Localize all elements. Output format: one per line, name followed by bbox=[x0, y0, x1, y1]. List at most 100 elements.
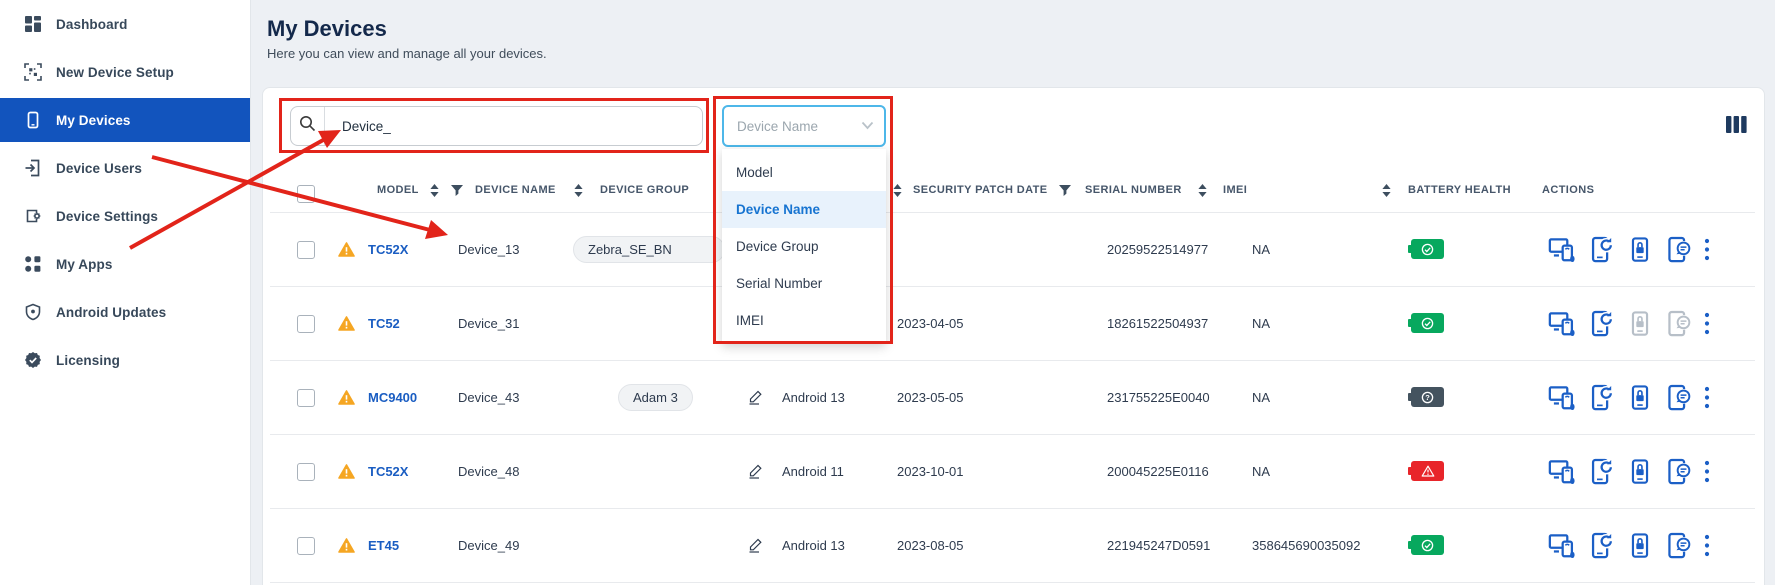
device-model-link[interactable]: TC52X bbox=[368, 212, 408, 286]
lock-icon bbox=[1627, 310, 1653, 337]
select-all-checkbox[interactable] bbox=[297, 185, 315, 203]
smartphone-icon bbox=[23, 111, 42, 130]
os-update-icon[interactable] bbox=[1665, 532, 1693, 559]
apps-icon bbox=[23, 255, 42, 274]
device-settings-icon bbox=[23, 207, 42, 226]
sort-icon[interactable] bbox=[893, 184, 902, 197]
column-header-label: ACTIONS bbox=[1542, 184, 1594, 196]
column-header-label: MODEL bbox=[377, 184, 419, 196]
os-version-cell: Android 11 bbox=[782, 434, 844, 508]
os-version-cell: Android 13 bbox=[782, 508, 845, 582]
security-patch-date-cell: 2023-10-01 bbox=[897, 434, 964, 508]
kebab-menu-icon[interactable] bbox=[1704, 434, 1710, 508]
filter-option-device-name[interactable]: Device Name bbox=[722, 191, 886, 228]
remote-control-icon[interactable] bbox=[1548, 458, 1576, 485]
sidebar-item-android-updates[interactable]: Android Updates bbox=[0, 290, 250, 334]
device-model-link[interactable]: ET45 bbox=[368, 508, 399, 582]
column-header-label: DEVICE GROUP bbox=[600, 184, 689, 196]
search-input[interactable]: Device_ bbox=[290, 106, 703, 146]
warning-icon bbox=[338, 434, 355, 508]
sidebar-item-device-users[interactable]: Device Users bbox=[0, 146, 250, 190]
sort-icon[interactable] bbox=[1382, 184, 1391, 197]
shield-icon bbox=[23, 303, 42, 322]
sidebar-item-device-settings[interactable]: Device Settings bbox=[0, 194, 250, 238]
sidebar-item-label: Licensing bbox=[56, 353, 120, 368]
remote-control-icon[interactable] bbox=[1548, 384, 1576, 411]
filter-option-device-group[interactable]: Device Group bbox=[722, 228, 886, 265]
os-update-icon[interactable] bbox=[1665, 236, 1693, 263]
dashboard-icon bbox=[23, 15, 42, 34]
column-header-label: BATTERY HEALTH bbox=[1408, 184, 1511, 196]
os-update-icon[interactable] bbox=[1665, 384, 1693, 411]
warning-icon bbox=[338, 212, 355, 286]
row-actions bbox=[1548, 508, 1693, 582]
kebab-menu-icon[interactable] bbox=[1704, 286, 1710, 360]
filter-option-imei[interactable]: IMEI bbox=[722, 302, 886, 339]
filter-option-serial-number[interactable]: Serial Number bbox=[722, 265, 886, 302]
search-input-value: Device_ bbox=[342, 119, 391, 134]
chevron-down-icon bbox=[861, 117, 874, 135]
os-version-cell: Android 13 bbox=[782, 360, 845, 434]
row-checkbox[interactable] bbox=[297, 389, 315, 407]
row-checkbox[interactable] bbox=[297, 315, 315, 333]
imei-cell: 358645690035092 bbox=[1252, 508, 1360, 582]
column-header-imei: IMEI bbox=[1223, 168, 1391, 212]
row-actions bbox=[1548, 360, 1693, 434]
reboot-icon[interactable] bbox=[1588, 236, 1615, 263]
row-checkbox[interactable] bbox=[297, 537, 315, 555]
edit-os-icon[interactable] bbox=[748, 360, 764, 434]
sidebar: DashboardNew Device Setup My Devices Devic… bbox=[0, 0, 251, 585]
filter-icon[interactable] bbox=[1059, 185, 1071, 196]
columns-icon bbox=[1726, 116, 1747, 138]
column-header-device-name: DEVICE NAME bbox=[475, 168, 583, 212]
lock-icon[interactable] bbox=[1627, 458, 1653, 485]
sort-icon[interactable] bbox=[574, 184, 583, 197]
warning-icon bbox=[338, 360, 355, 434]
imei-cell: NA bbox=[1252, 286, 1270, 360]
reboot-icon[interactable] bbox=[1588, 458, 1615, 485]
device-model-link[interactable]: TC52 bbox=[368, 286, 400, 360]
column-header-label: DEVICE NAME bbox=[475, 184, 556, 196]
kebab-menu-icon[interactable] bbox=[1704, 508, 1710, 582]
serial-number-cell: 221945247D0591 bbox=[1107, 508, 1210, 582]
row-checkbox[interactable] bbox=[297, 241, 315, 259]
lock-icon[interactable] bbox=[1627, 384, 1653, 411]
reboot-icon[interactable] bbox=[1588, 310, 1615, 337]
sort-icon[interactable] bbox=[1198, 184, 1207, 197]
kebab-menu-icon[interactable] bbox=[1704, 212, 1710, 286]
sidebar-item-dashboard[interactable]: Dashboard bbox=[0, 2, 250, 46]
device-group-chip[interactable]: Adam 3 bbox=[618, 360, 693, 434]
column-settings-button[interactable] bbox=[1724, 117, 1748, 137]
reboot-icon[interactable] bbox=[1588, 384, 1615, 411]
column-header-model: MODEL bbox=[377, 168, 463, 212]
os-update-icon[interactable] bbox=[1665, 458, 1693, 485]
device-name-cell: Device_13 bbox=[458, 212, 519, 286]
filter-icon[interactable] bbox=[451, 185, 463, 196]
row-checkbox[interactable] bbox=[297, 463, 315, 481]
filter-select-value: Device Name bbox=[737, 119, 818, 134]
sidebar-item-my-apps[interactable]: My Apps bbox=[0, 242, 250, 286]
kebab-menu-icon[interactable] bbox=[1704, 360, 1710, 434]
device-model-link[interactable]: TC52X bbox=[368, 434, 408, 508]
edit-os-icon[interactable] bbox=[748, 434, 764, 508]
sidebar-item-new-device-setup[interactable]: New Device Setup bbox=[0, 50, 250, 94]
filter-option-model[interactable]: Model bbox=[722, 154, 886, 191]
search-icon-button[interactable] bbox=[291, 107, 325, 145]
device-group-chip[interactable]: Zebra_SE_BN bbox=[573, 212, 725, 286]
remote-control-icon[interactable] bbox=[1548, 532, 1576, 559]
device-model-link[interactable]: MC9400 bbox=[368, 360, 417, 434]
serial-number-cell: 200045225E0116 bbox=[1107, 434, 1209, 508]
filter-field-select[interactable]: Device Name bbox=[722, 105, 886, 147]
lock-icon[interactable] bbox=[1627, 532, 1653, 559]
lock-icon[interactable] bbox=[1627, 236, 1653, 263]
sidebar-item-my-devices[interactable]: My Devices bbox=[0, 98, 250, 142]
reboot-icon[interactable] bbox=[1588, 532, 1615, 559]
sort-icon[interactable] bbox=[430, 184, 439, 197]
battery-unknown-icon: ? bbox=[1408, 387, 1445, 407]
remote-control-icon[interactable] bbox=[1548, 310, 1576, 337]
sidebar-item-label: My Devices bbox=[56, 113, 131, 128]
sidebar-item-licensing[interactable]: Licensing bbox=[0, 338, 250, 382]
remote-control-icon[interactable] bbox=[1548, 236, 1576, 263]
device-users-icon bbox=[23, 159, 42, 178]
edit-os-icon[interactable] bbox=[748, 508, 764, 582]
